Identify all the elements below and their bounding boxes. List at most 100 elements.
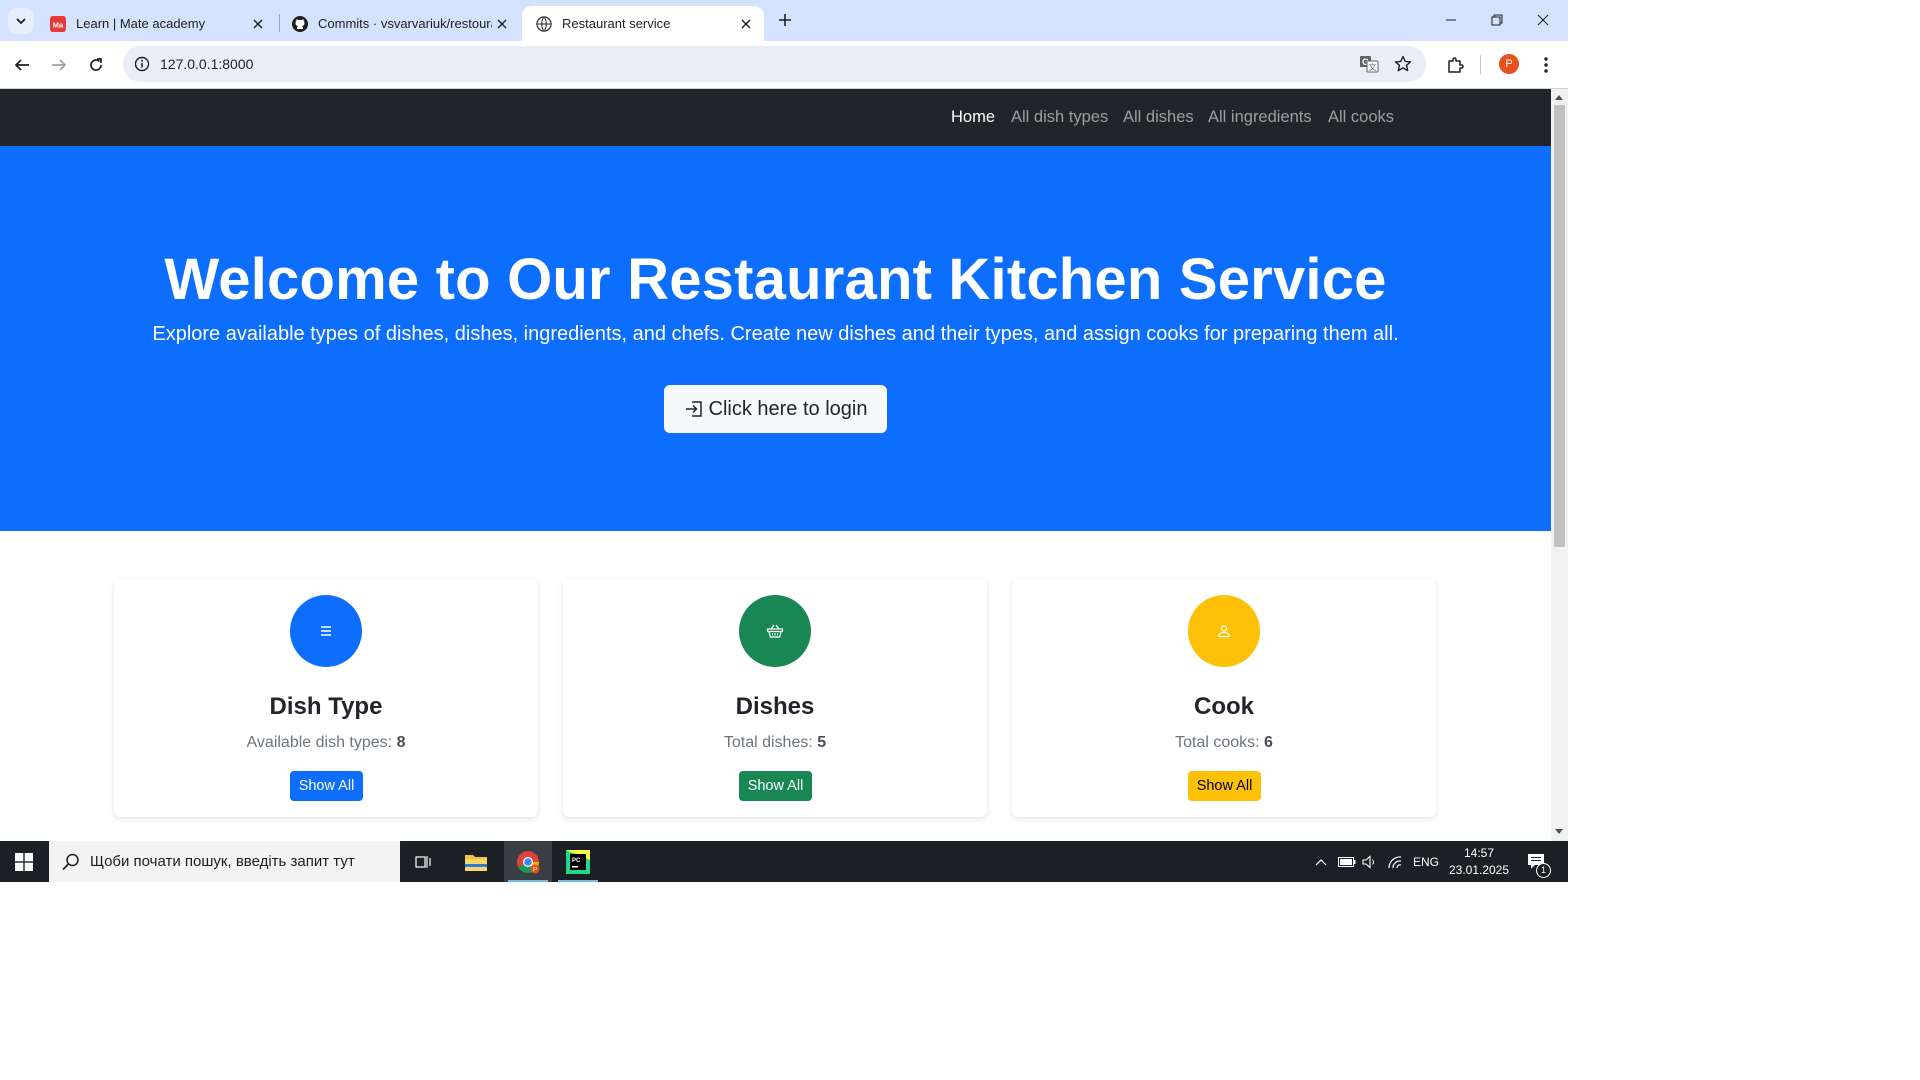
stat-label: Available dish types: — [246, 734, 393, 751]
nav-link-ingredients[interactable]: All ingredients — [1208, 108, 1312, 127]
toolbar-divider — [1480, 55, 1481, 75]
bookmark-star-icon[interactable] — [1393, 54, 1413, 74]
close-icon[interactable] — [736, 14, 756, 34]
notification-count-badge: 1 — [1536, 863, 1551, 878]
profile-avatar[interactable]: P — [1499, 54, 1519, 74]
page-scrollbar[interactable] — [1551, 89, 1568, 841]
windows-logo-icon — [15, 852, 33, 871]
browser-toolbar: 127.0.0.1:8000 G文 P — [0, 41, 1568, 89]
url-text[interactable]: 127.0.0.1:8000 — [160, 56, 253, 72]
open-app-indicator — [558, 880, 598, 882]
clock-time: 14:57 — [1463, 846, 1495, 860]
stat-value: 6 — [1264, 734, 1273, 751]
active-app-indicator — [508, 880, 548, 882]
notification-center-button[interactable]: 1 — [1522, 841, 1552, 882]
arrow-left-icon — [14, 59, 29, 71]
reload-button[interactable] — [84, 53, 108, 77]
menu-kebab-icon[interactable] — [1534, 53, 1558, 77]
battery-icon[interactable] — [1336, 841, 1358, 882]
show-all-cooks-button[interactable]: Show All — [1188, 771, 1261, 801]
show-all-dishes-button[interactable]: Show All — [739, 771, 812, 801]
windows-taskbar: Щоби почати пошук, введіть запит тут P P… — [0, 841, 1568, 882]
page-viewport: Home All dish types All dishes All ingre… — [0, 89, 1551, 841]
close-icon[interactable] — [248, 14, 268, 34]
tab-title: Commits · vsvarvariuk/restourant — [318, 16, 492, 31]
pycharm-icon: PC — [566, 849, 590, 874]
minimize-icon — [1446, 19, 1456, 21]
reload-icon — [90, 58, 102, 71]
card-stat: Total dishes: 5 — [563, 734, 987, 752]
card-stat: Total cooks: 6 — [1012, 734, 1436, 752]
clock-date: 23.01.2025 — [1448, 863, 1510, 877]
close-icon[interactable] — [492, 14, 512, 34]
nav-link-dish-types[interactable]: All dish types — [1011, 108, 1108, 127]
new-tab-button[interactable] — [774, 9, 796, 31]
stat-value: 8 — [396, 734, 406, 751]
site-info-icon[interactable] — [132, 54, 152, 74]
start-button[interactable] — [0, 841, 48, 882]
mate-academy-icon: Ma — [50, 15, 66, 32]
card-title: Dish Type — [269, 693, 383, 720]
stat-value: 5 — [817, 734, 827, 751]
nav-link-cooks[interactable]: All cooks — [1328, 108, 1394, 127]
plus-icon — [779, 14, 791, 26]
show-all-dish-types-button[interactable]: Show All — [290, 771, 363, 801]
folder-icon — [465, 854, 487, 871]
restore-button[interactable] — [1474, 0, 1520, 40]
svg-text:P: P — [533, 867, 537, 873]
scrollbar-thumb[interactable] — [1554, 105, 1565, 547]
browser-tab-strip: Ma Learn | Mate academy Commits · vsvarv… — [0, 0, 1568, 41]
svg-text:Ma: Ma — [53, 20, 64, 29]
card-title: Dishes — [735, 693, 815, 720]
restore-icon — [1491, 14, 1503, 26]
tab-mate-academy[interactable]: Ma Learn | Mate academy — [36, 6, 276, 41]
volume-icon[interactable] — [1360, 841, 1380, 882]
show-hidden-icons-chevron-icon[interactable] — [1312, 841, 1330, 882]
pycharm-taskbar-button[interactable]: PC — [554, 841, 602, 882]
tab-restaurant-service[interactable]: Restaurant service — [522, 6, 764, 41]
site-navbar: Home All dish types All dishes All ingre… — [0, 89, 1551, 146]
extensions-icon[interactable] — [1443, 53, 1467, 77]
tab-search-button[interactable] — [8, 8, 34, 34]
card-dish-type: Dish Type Available dish types: 8 Show A… — [114, 579, 538, 817]
taskbar-search-box[interactable]: Щоби почати пошук, введіть запит тут — [49, 841, 400, 882]
chrome-icon: P — [517, 850, 540, 873]
tab-github-commits[interactable]: Commits · vsvarvariuk/restourant — [278, 6, 520, 41]
scroll-up-arrow-icon[interactable] — [1555, 95, 1563, 100]
translate-icon[interactable]: G文 — [1359, 54, 1379, 74]
taskbar-clock[interactable]: 14:57 23.01.2025 — [1446, 845, 1512, 879]
box-arrow-in-right-icon — [684, 399, 704, 419]
task-view-button[interactable] — [400, 841, 448, 882]
close-window-button[interactable] — [1520, 0, 1566, 40]
nav-link-home[interactable]: Home — [951, 108, 995, 127]
network-icon[interactable] — [1385, 841, 1405, 882]
hero-section: Welcome to Our Restaurant Kitchen Servic… — [0, 146, 1551, 531]
task-view-icon — [415, 855, 431, 868]
scroll-down-arrow-icon[interactable] — [1555, 829, 1563, 834]
github-icon — [292, 15, 308, 32]
address-bar[interactable]: 127.0.0.1:8000 G文 — [123, 46, 1426, 82]
chevron-down-icon — [16, 18, 26, 25]
card-dishes: Dishes Total dishes: 5 Show All — [563, 579, 987, 817]
input-language[interactable]: ENG — [1410, 841, 1442, 882]
stat-label: Total dishes: — [723, 734, 813, 751]
forward-button[interactable] — [47, 53, 71, 77]
globe-icon — [536, 15, 552, 32]
nav-link-dishes[interactable]: All dishes — [1123, 108, 1194, 127]
person-icon — [1188, 595, 1260, 667]
arrow-right-icon — [52, 59, 67, 71]
stat-label: Total cooks: — [1175, 734, 1260, 751]
minimize-button[interactable] — [1428, 0, 1474, 40]
chrome-taskbar-button[interactable]: P — [504, 841, 552, 882]
back-button[interactable] — [10, 53, 34, 77]
file-explorer-button[interactable] — [452, 841, 500, 882]
login-button-label: Click here to login — [708, 397, 868, 420]
card-title: Cook — [1194, 693, 1254, 720]
hero-subtitle: Explore available types of dishes, dishe… — [152, 323, 1399, 345]
close-icon — [1537, 14, 1549, 26]
login-button[interactable]: Click here to login — [664, 385, 887, 433]
search-placeholder: Щоби почати пошук, введіть запит тут — [90, 853, 355, 870]
search-icon — [62, 853, 79, 871]
hero-title: Welcome to Our Restaurant Kitchen Servic… — [164, 247, 1387, 312]
list-icon — [290, 595, 362, 667]
